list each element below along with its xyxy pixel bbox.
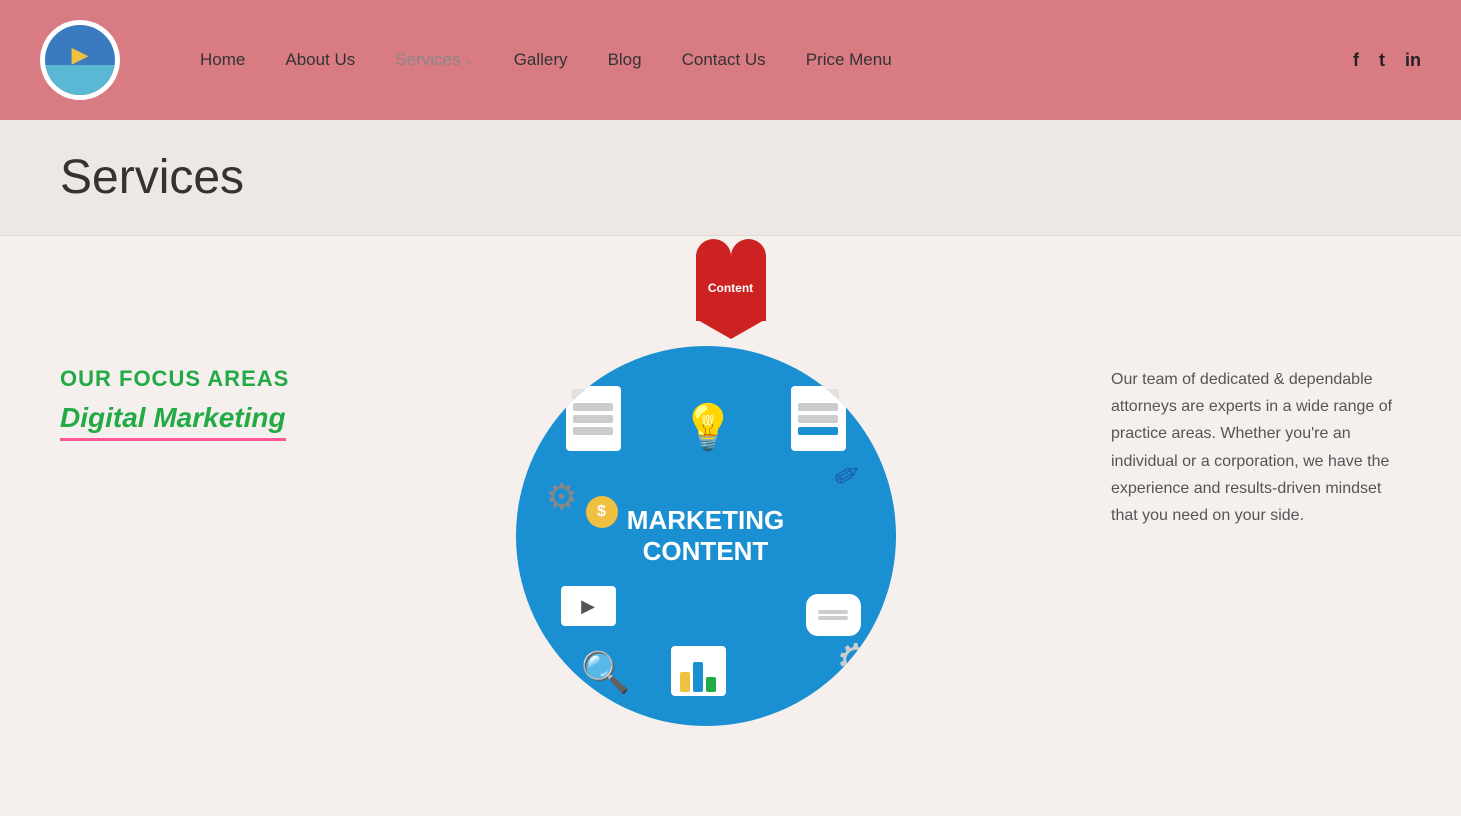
- doc-icon: [566, 386, 621, 451]
- content-area: Content OUR FOCUS AREAS Digital Marketin…: [0, 236, 1461, 816]
- right-description: Our team of dedicated & dependable attor…: [1111, 366, 1401, 529]
- search-icon: 🔍: [581, 649, 631, 696]
- chart-icon: [671, 646, 726, 696]
- logo[interactable]: [40, 20, 120, 100]
- nav-gallery[interactable]: Gallery: [514, 50, 568, 70]
- nav-about[interactable]: About Us: [285, 50, 355, 70]
- nav-services[interactable]: Services ⌄: [395, 50, 473, 70]
- heart-badge: Content: [696, 256, 766, 321]
- right-panel: Our team of dedicated & dependable attor…: [1081, 326, 1461, 569]
- nav-price-menu[interactable]: Price Menu: [806, 50, 892, 70]
- nav-contact[interactable]: Contact Us: [682, 50, 766, 70]
- marketing-circle-text: MARKETING CONTENT: [627, 505, 784, 567]
- gear-icon: ⚙: [546, 476, 578, 518]
- chat-icon: [806, 594, 861, 636]
- focus-subheading: Digital Marketing: [60, 402, 286, 441]
- lightbulb-icon: 💡: [681, 401, 736, 453]
- chevron-down-icon: ⌄: [464, 54, 473, 67]
- gear-right-icon: ⚙: [836, 635, 875, 686]
- nav-home[interactable]: Home: [200, 50, 245, 70]
- linkedin-icon[interactable]: in: [1405, 50, 1421, 71]
- facebook-icon[interactable]: f: [1353, 50, 1359, 71]
- nav-blog[interactable]: Blog: [608, 50, 642, 70]
- center-image: ⚙ $ 💡 ✏ ▶: [330, 326, 1081, 726]
- marketing-circle: ⚙ $ 💡 ✏ ▶: [516, 346, 896, 726]
- dollar-icon: $: [586, 496, 618, 528]
- twitter-icon[interactable]: t: [1379, 50, 1385, 71]
- left-panel: OUR FOCUS AREAS Digital Marketing: [0, 326, 330, 481]
- page-title-section: Services: [0, 120, 1461, 236]
- main-nav: Home About Us Services ⌄ Gallery Blog Co…: [200, 50, 1353, 70]
- focus-heading: OUR FOCUS AREAS: [60, 366, 300, 392]
- heart-icon: Content: [696, 256, 766, 321]
- doc-right-icon: [791, 386, 846, 451]
- page-title: Services: [60, 150, 1401, 205]
- pencil-icon: ✏: [826, 452, 868, 498]
- social-links: f t in: [1353, 50, 1421, 71]
- play-icon: ▶: [561, 586, 616, 626]
- heart-label: Content: [708, 281, 753, 295]
- header: Home About Us Services ⌄ Gallery Blog Co…: [0, 0, 1461, 120]
